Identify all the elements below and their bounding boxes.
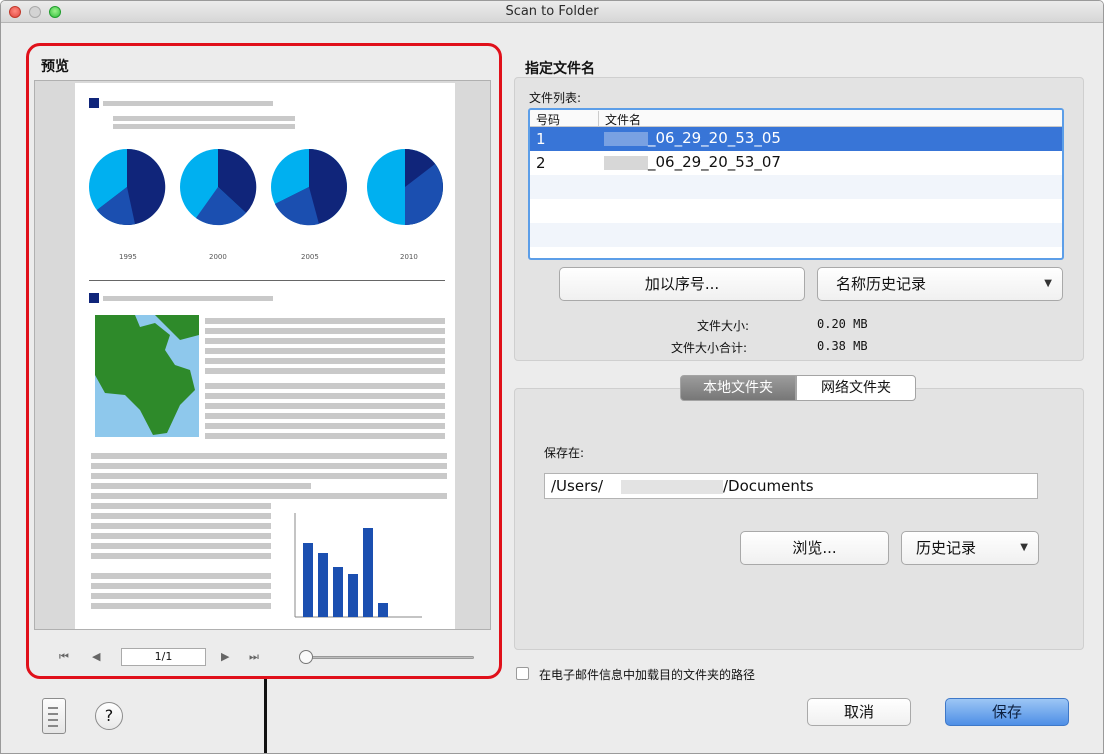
file-list[interactable]: 号码 文件名 1 _06_29_20_53_05 2 _06_29_20_53_… [528, 108, 1064, 260]
tab-network-folder[interactable]: 网络文件夹 [796, 375, 916, 401]
redacted-prefix [604, 132, 648, 146]
email-path-checkbox-label[interactable]: 在电子邮件信息中加载目的文件夹的路径 [539, 666, 755, 683]
file-list-row[interactable]: 2 _06_29_20_53_07 [530, 151, 1062, 175]
folder-history-label: 历史记录 [916, 539, 977, 557]
name-history-label: 名称历史记录 [836, 275, 927, 293]
help-icon[interactable]: ? [95, 702, 123, 730]
add-number-button[interactable]: 加以序号... [559, 267, 805, 301]
redacted-username [621, 480, 723, 494]
document-list-icon[interactable] [42, 698, 66, 734]
row-filename: _06_29_20_53_07 [648, 153, 781, 171]
file-list-header: 号码 文件名 [530, 110, 1062, 128]
email-path-checkbox[interactable] [516, 667, 529, 680]
scan-to-folder-window: Scan to Folder 预览 1995 2000 2005 2010 ⏮ … [0, 0, 1104, 754]
column-header-number[interactable]: 号码 [536, 111, 560, 128]
column-header-filename[interactable]: 文件名 [598, 111, 641, 128]
file-size-label: 文件大小: [697, 319, 750, 333]
browse-button[interactable]: 浏览... [740, 531, 889, 565]
callout-line [264, 679, 267, 753]
name-history-dropdown[interactable]: 名称历史记录 ▼ [817, 267, 1063, 301]
cancel-button[interactable]: 取消 [807, 698, 911, 726]
file-list-label: 文件列表: [529, 91, 582, 105]
redacted-prefix [604, 156, 648, 170]
folder-group [514, 388, 1084, 650]
save-in-label: 保存在: [544, 446, 585, 460]
dropdown-arrow-icon: ▼ [1044, 278, 1052, 289]
row-filename: _06_29_20_53_05 [648, 129, 781, 147]
file-list-row[interactable]: 1 _06_29_20_53_05 [530, 127, 1062, 151]
save-path-input[interactable]: /Users/ /Documents [544, 473, 1038, 499]
total-size-value: 0.38 MB [817, 339, 868, 353]
row-number: 2 [536, 154, 546, 172]
folder-history-dropdown[interactable]: 历史记录 ▼ [901, 531, 1039, 565]
window-title: Scan to Folder [505, 4, 599, 19]
total-size-label: 文件大小合计: [671, 341, 748, 355]
file-size-value: 0.20 MB [817, 317, 868, 331]
file-list-empty-row [530, 199, 1062, 223]
dropdown-arrow-icon: ▼ [1020, 542, 1028, 553]
path-prefix: /Users/ [551, 477, 604, 495]
preview-highlight-frame [26, 43, 502, 679]
file-list-empty-row [530, 223, 1062, 247]
row-number: 1 [536, 130, 546, 148]
tab-local-folder[interactable]: 本地文件夹 [680, 375, 796, 401]
save-button[interactable]: 保存 [945, 698, 1069, 726]
title-bar: Scan to Folder [1, 1, 1103, 23]
filename-section-title: 指定文件名 [525, 61, 595, 77]
path-suffix: /Documents [723, 477, 814, 495]
file-list-empty-row [530, 175, 1062, 199]
